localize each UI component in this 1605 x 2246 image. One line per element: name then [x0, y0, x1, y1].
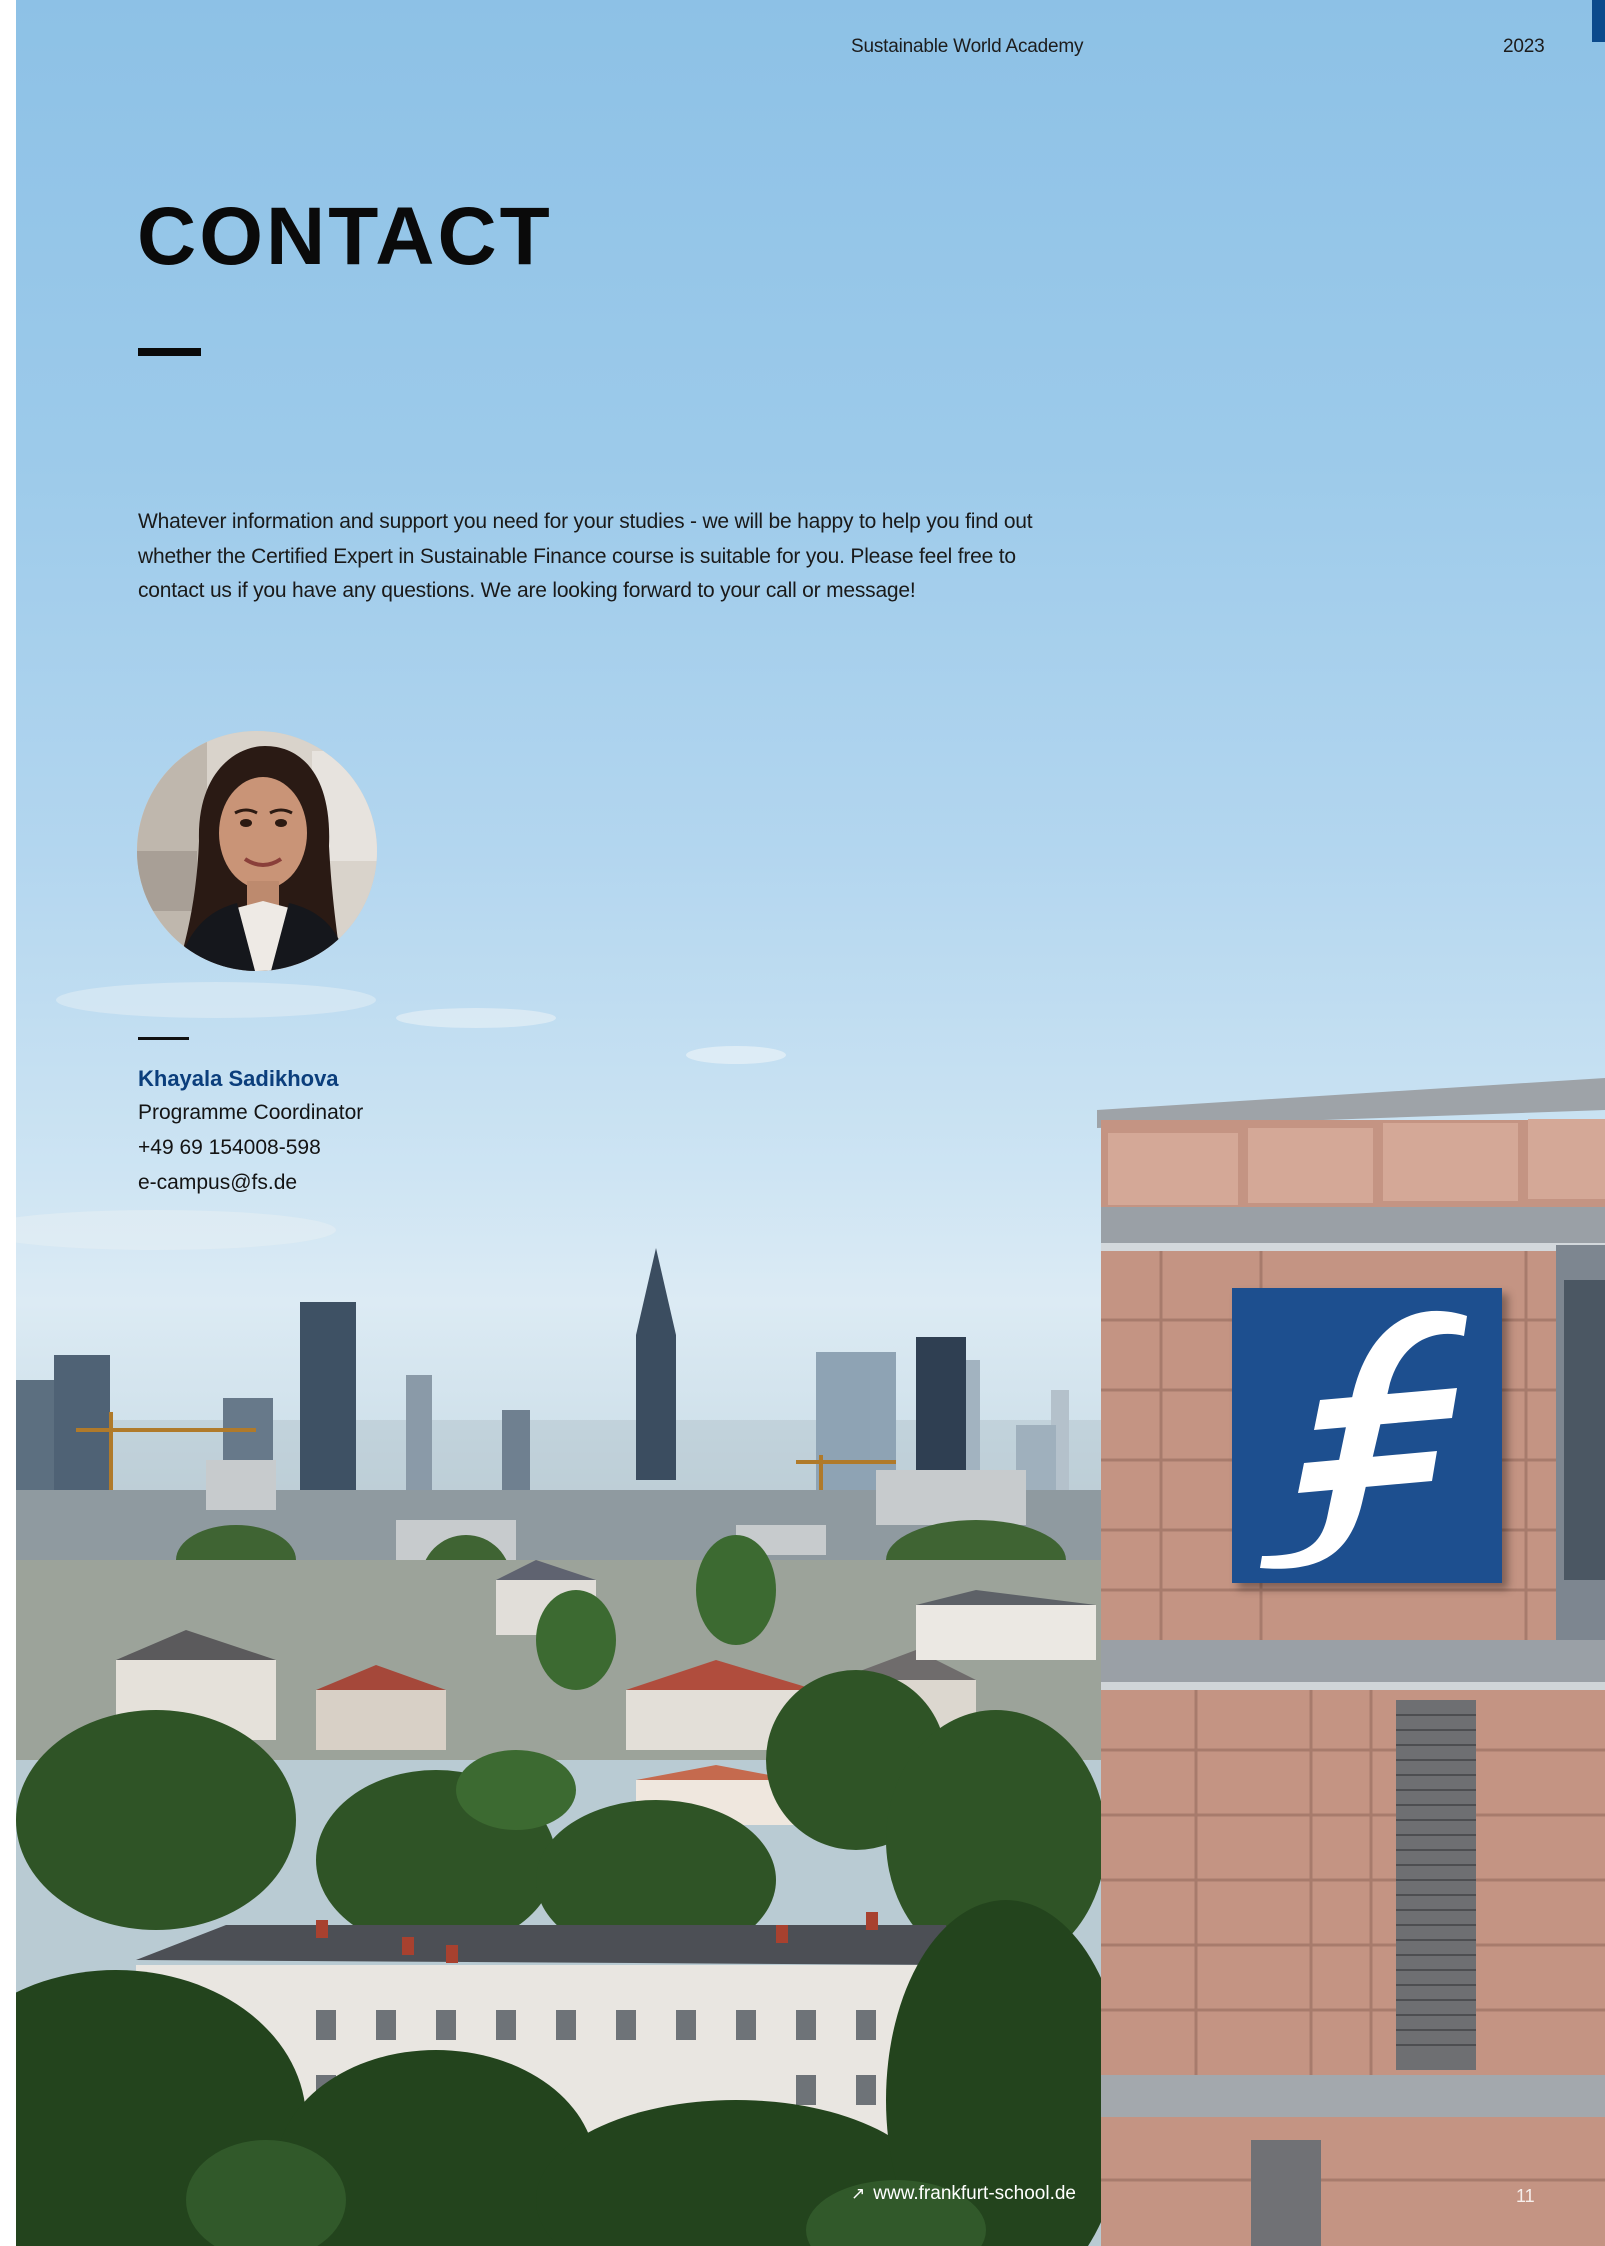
frankfurt-school-logo: [1232, 1288, 1502, 1583]
brochure-page: Sustainable World Academy 2023 CONTACT W…: [0, 0, 1605, 2246]
page-number: 11: [1516, 2186, 1535, 2206]
contact-name: Khayala Sadikhova: [138, 1066, 339, 1091]
contact-divider: [138, 1037, 189, 1040]
contact-phone[interactable]: +49 69 154008-598: [138, 1136, 321, 1160]
page-title: CONTACT: [137, 191, 553, 282]
header-academy: Sustainable World Academy: [851, 36, 1084, 57]
header-year: 2023: [1503, 36, 1545, 57]
arrow-up-right-icon: ↗: [851, 2184, 866, 2203]
intro-text: Whatever information and support you nee…: [138, 510, 1033, 602]
title-underline: [138, 348, 201, 356]
frankfurt-school-logo-icon: [1260, 1310, 1467, 1569]
contact-email[interactable]: e-campus@fs.de: [138, 1171, 297, 1195]
accent-bar: [1592, 0, 1605, 42]
avatar: [137, 731, 377, 971]
footer-link-text[interactable]: www.frankfurt-school.de: [873, 2183, 1076, 2205]
page-margin: [0, 0, 16, 2246]
footer-website-link[interactable]: ↗ www.frankfurt-school.de: [851, 2183, 1076, 2205]
contact-role: Programme Coordinator: [138, 1101, 364, 1124]
